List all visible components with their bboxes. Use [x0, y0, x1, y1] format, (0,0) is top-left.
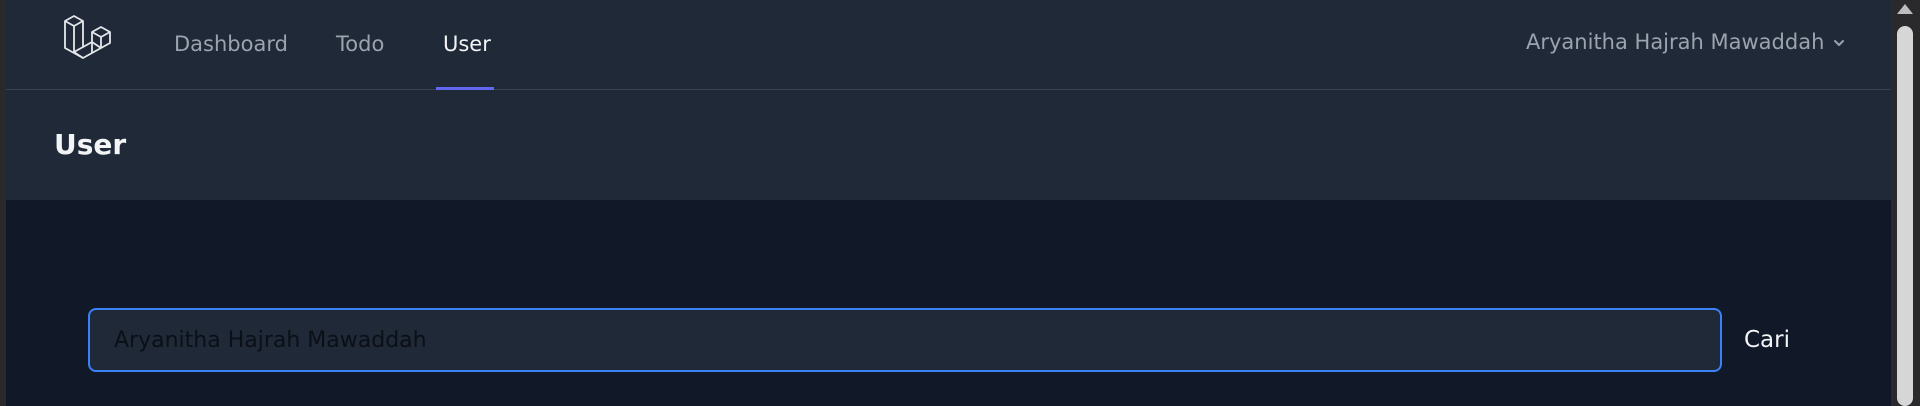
- user-menu-dropdown[interactable]: Aryanitha Hajrah Mawaddah: [1526, 0, 1846, 84]
- chevron-down-icon: [1834, 40, 1845, 46]
- page-title: User: [54, 128, 127, 161]
- scrollbar-thumb[interactable]: [1897, 26, 1913, 406]
- window-frame: Dashboard Todo User Aryanitha Hajrah Maw…: [0, 0, 1920, 406]
- nav-link-user[interactable]: User: [443, 0, 491, 90]
- page-header: User: [6, 90, 1891, 200]
- scroll-up-arrow-icon[interactable]: [1897, 4, 1913, 14]
- search-input[interactable]: [88, 308, 1722, 372]
- vertical-scrollbar[interactable]: [1891, 0, 1920, 406]
- user-menu-name: Aryanitha Hajrah Mawaddah: [1526, 30, 1825, 54]
- top-navbar: Dashboard Todo User Aryanitha Hajrah Maw…: [6, 0, 1891, 90]
- laravel-logo-icon[interactable]: [58, 15, 112, 69]
- app-viewport: Dashboard Todo User Aryanitha Hajrah Maw…: [6, 0, 1891, 406]
- nav-link-todo[interactable]: Todo: [336, 0, 384, 90]
- search-button[interactable]: Cari: [1744, 308, 1790, 372]
- nav-link-dashboard[interactable]: Dashboard: [174, 0, 288, 90]
